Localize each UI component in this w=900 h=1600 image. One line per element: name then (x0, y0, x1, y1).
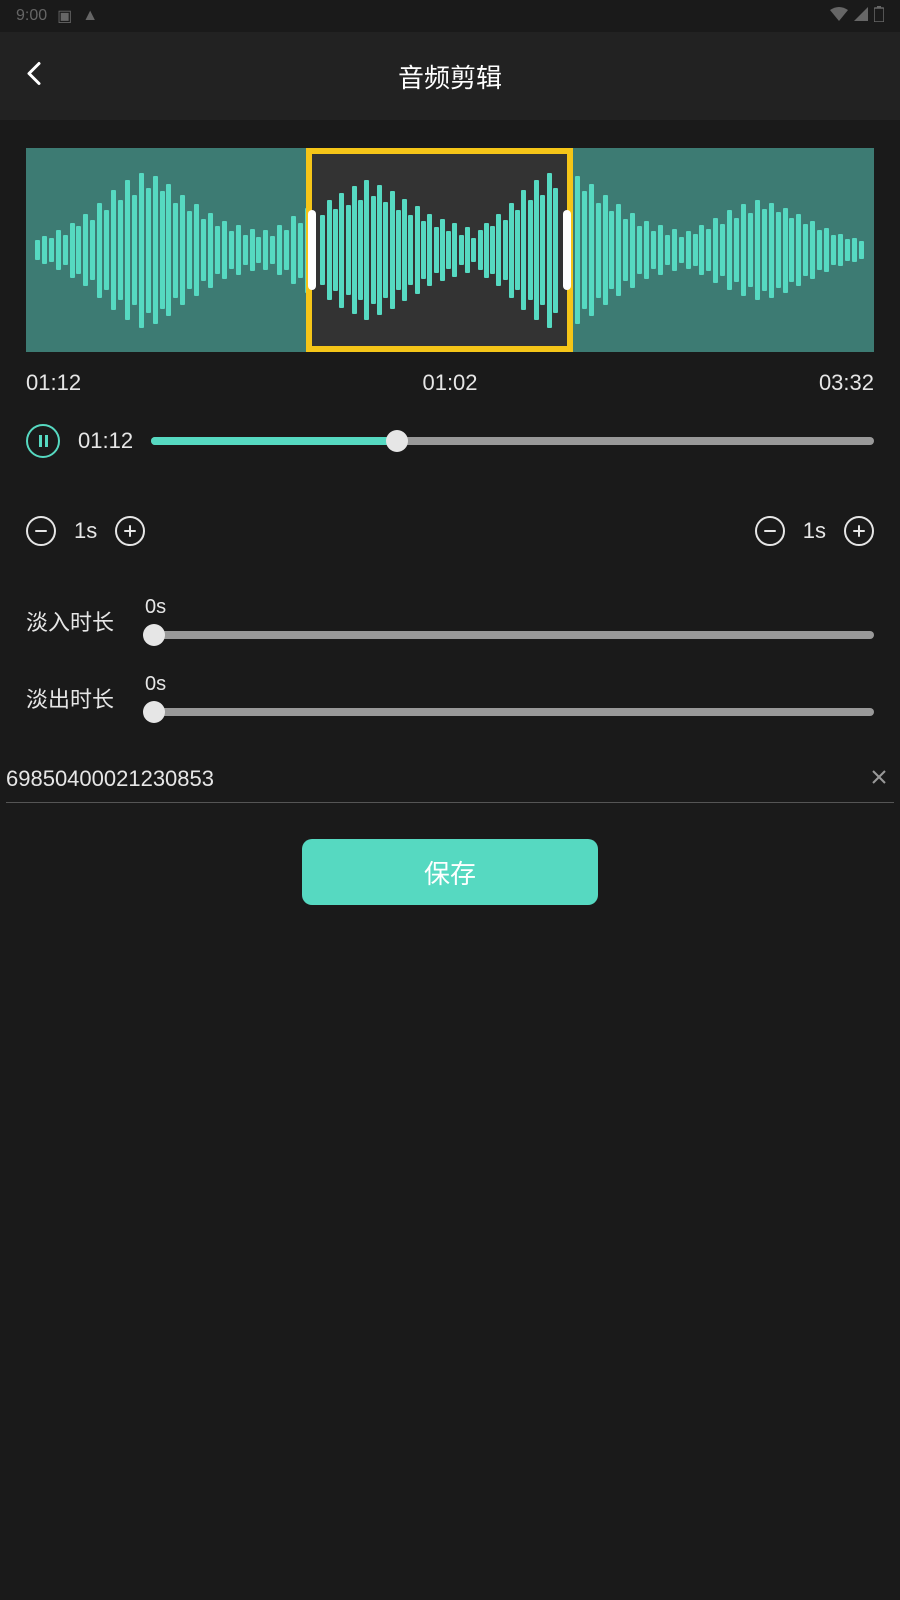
start-plus-button[interactable] (115, 516, 145, 546)
adjust-row: 1s 1s (26, 516, 874, 546)
pause-button[interactable] (26, 424, 60, 458)
page-title: 音频剪辑 (398, 58, 502, 95)
battery-icon (874, 6, 884, 27)
adjust-start-step: 1s (74, 518, 97, 544)
header: 音频剪辑 (0, 32, 900, 120)
start-minus-button[interactable] (26, 516, 56, 546)
fade-in-row: 淡入时长 0s (26, 596, 874, 639)
adjust-start-group: 1s (26, 516, 145, 546)
fade-out-thumb[interactable] (143, 701, 165, 723)
minus-icon (763, 524, 777, 538)
filename-row (6, 766, 894, 803)
end-minus-button[interactable] (755, 516, 785, 546)
trim-selection[interactable] (306, 148, 573, 352)
fade-out-label: 淡出时长 (26, 682, 121, 716)
close-icon (870, 768, 888, 786)
minus-icon (34, 524, 48, 538)
plus-icon (852, 524, 866, 538)
image-icon: ▣ (57, 6, 72, 26)
app-icon: ▲ (82, 7, 98, 25)
back-button[interactable] (24, 60, 44, 93)
time-selection: 01:02 (422, 370, 477, 396)
save-button[interactable]: 保存 (302, 839, 598, 905)
signal-icon (854, 7, 868, 26)
fade-out-slider[interactable] (145, 708, 874, 716)
clear-filename-button[interactable] (864, 766, 894, 792)
time-start: 01:12 (26, 370, 81, 396)
pause-icon (39, 435, 48, 447)
waveform-container[interactable] (26, 148, 874, 352)
fade-in-value: 0s (145, 596, 874, 619)
wifi-icon (830, 7, 848, 26)
status-bar: 9:00 ▣ ▲ (0, 0, 900, 32)
fade-out-row: 淡出时长 0s (26, 673, 874, 716)
fade-out-value: 0s (145, 673, 874, 696)
playback-thumb[interactable] (386, 430, 408, 452)
end-plus-button[interactable] (844, 516, 874, 546)
playback-time: 01:12 (78, 428, 133, 454)
fade-in-thumb[interactable] (143, 624, 165, 646)
playback-row: 01:12 (26, 424, 874, 458)
playback-slider[interactable] (151, 437, 874, 445)
time-end: 03:32 (819, 370, 874, 396)
adjust-end-step: 1s (803, 518, 826, 544)
chevron-left-icon (24, 60, 44, 88)
time-row: 01:12 01:02 03:32 (26, 370, 874, 396)
adjust-end-group: 1s (755, 516, 874, 546)
status-time: 9:00 (16, 7, 47, 25)
filename-input[interactable] (6, 766, 864, 792)
fade-in-slider[interactable] (145, 631, 874, 639)
playback-fill (151, 437, 397, 445)
plus-icon (123, 524, 137, 538)
fade-in-label: 淡入时长 (26, 605, 121, 639)
